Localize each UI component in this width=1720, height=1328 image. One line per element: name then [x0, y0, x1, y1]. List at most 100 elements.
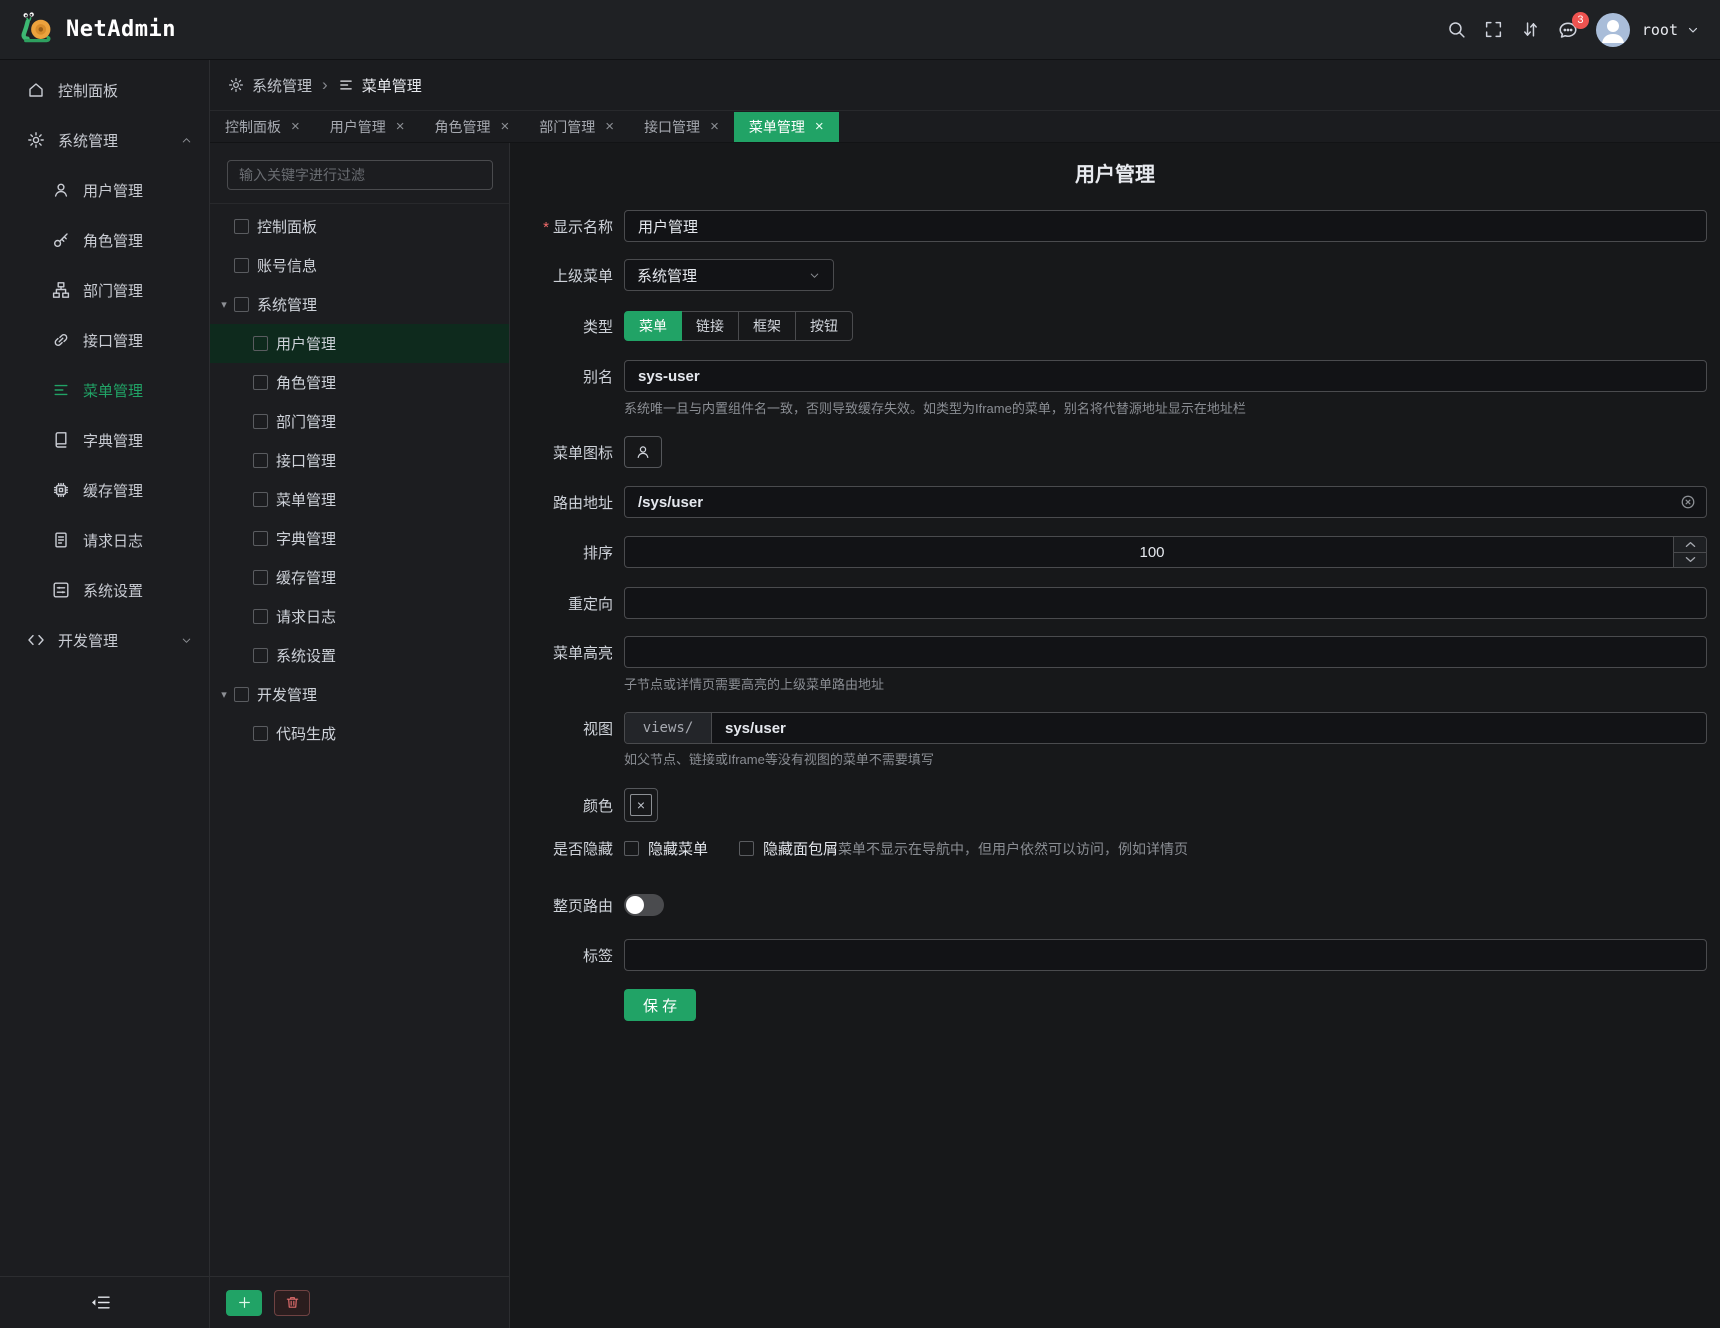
- tab-dashboard[interactable]: 控制面板×: [210, 112, 315, 142]
- checkbox[interactable]: [253, 375, 268, 390]
- tree-node-selected[interactable]: 用户管理: [210, 324, 509, 363]
- hide-breadcrumb-label[interactable]: 隐藏面包屑: [763, 838, 838, 859]
- sort-arrows-icon[interactable]: [1521, 20, 1540, 39]
- gear-icon: [228, 77, 244, 93]
- tree-node[interactable]: 系统设置: [210, 636, 509, 675]
- close-icon[interactable]: ×: [815, 119, 824, 134]
- sidebar-item-menus[interactable]: 菜单管理: [0, 365, 209, 415]
- notification-badge: 3: [1572, 12, 1589, 29]
- hide-breadcrumb-checkbox[interactable]: [739, 841, 754, 856]
- sidebar-item-apis[interactable]: 接口管理: [0, 315, 209, 365]
- checkbox[interactable]: [253, 531, 268, 546]
- tree-node[interactable]: 角色管理: [210, 363, 509, 402]
- tags-input[interactable]: [624, 939, 1707, 971]
- tree-node[interactable]: ▾开发管理: [210, 675, 509, 714]
- tree-filter-input[interactable]: [227, 160, 493, 190]
- add-menu-button[interactable]: [226, 1290, 262, 1316]
- caret-down-icon[interactable]: ▾: [216, 298, 232, 311]
- close-icon[interactable]: ×: [605, 119, 614, 134]
- highlight-input[interactable]: [624, 636, 1707, 668]
- tree-node[interactable]: 接口管理: [210, 441, 509, 480]
- type-option-menu[interactable]: 菜单: [624, 311, 682, 341]
- tree-node-label: 字典管理: [276, 528, 336, 549]
- close-icon[interactable]: ×: [291, 119, 300, 134]
- sidebar-item-request-logs[interactable]: 请求日志: [0, 515, 209, 565]
- redirect-input[interactable]: [624, 587, 1707, 619]
- checkbox[interactable]: [253, 648, 268, 663]
- checkbox[interactable]: [253, 414, 268, 429]
- tab-roles[interactable]: 角色管理×: [420, 112, 525, 142]
- tree-node[interactable]: 请求日志: [210, 597, 509, 636]
- sidebar-item-development[interactable]: 开发管理: [0, 615, 209, 665]
- increase-button[interactable]: [1674, 537, 1706, 553]
- delete-menu-button[interactable]: [274, 1290, 310, 1316]
- route-path-input[interactable]: [624, 486, 1707, 518]
- display-name-input[interactable]: [624, 210, 1707, 242]
- decrease-button[interactable]: [1674, 553, 1706, 568]
- tree-node[interactable]: 代码生成: [210, 714, 509, 753]
- tree-node[interactable]: 控制面板: [210, 207, 509, 246]
- checkbox[interactable]: [234, 297, 249, 312]
- caret-down-icon[interactable]: ▾: [216, 688, 232, 701]
- view-input[interactable]: [712, 713, 1706, 743]
- api-icon: [52, 331, 70, 349]
- checkbox[interactable]: [253, 336, 268, 351]
- tree-node[interactable]: 缓存管理: [210, 558, 509, 597]
- checkbox[interactable]: [234, 258, 249, 273]
- tab-users[interactable]: 用户管理×: [315, 112, 420, 142]
- checkbox[interactable]: [253, 726, 268, 741]
- hidden-note: 菜单不显示在导航中，但用户依然可以访问，例如详情页: [838, 839, 1188, 859]
- messages-icon[interactable]: 3: [1558, 20, 1578, 40]
- checkbox[interactable]: [253, 570, 268, 585]
- sidebar-item-roles[interactable]: 角色管理: [0, 215, 209, 265]
- tree-node[interactable]: 字典管理: [210, 519, 509, 558]
- close-icon[interactable]: ×: [710, 119, 719, 134]
- close-icon[interactable]: ×: [396, 119, 405, 134]
- type-option-button[interactable]: 按钮: [795, 311, 853, 341]
- full-route-toggle[interactable]: [624, 894, 664, 916]
- tab-apis[interactable]: 接口管理×: [629, 112, 734, 142]
- chevron-down-icon: [180, 634, 193, 647]
- chevron-down-icon[interactable]: [1686, 23, 1700, 37]
- sidebar-item-dashboard[interactable]: 控制面板: [0, 65, 209, 115]
- search-icon[interactable]: [1447, 20, 1466, 39]
- hide-menu-label[interactable]: 隐藏菜单: [648, 838, 708, 859]
- sidebar-item-cache[interactable]: 缓存管理: [0, 465, 209, 515]
- checkbox[interactable]: [234, 687, 249, 702]
- sidebar-item-system-settings[interactable]: 系统设置: [0, 565, 209, 615]
- sidebar-item-dictionaries[interactable]: 字典管理: [0, 415, 209, 465]
- checkbox[interactable]: [253, 453, 268, 468]
- type-option-iframe[interactable]: 框架: [738, 311, 796, 341]
- tree-node-label: 角色管理: [276, 372, 336, 393]
- snail-logo-icon: [20, 10, 54, 49]
- sidebar-item-users[interactable]: 用户管理: [0, 165, 209, 215]
- checkbox[interactable]: [253, 492, 268, 507]
- tree-node[interactable]: 部门管理: [210, 402, 509, 441]
- tab-menus[interactable]: 菜单管理×: [734, 112, 839, 142]
- sidebar-item-system[interactable]: 系统管理: [0, 115, 209, 165]
- tab-departments[interactable]: 部门管理×: [524, 112, 629, 142]
- sidebar-item-departments[interactable]: 部门管理: [0, 265, 209, 315]
- clear-icon[interactable]: [1680, 494, 1696, 510]
- breadcrumb-item-system[interactable]: 系统管理: [228, 75, 312, 96]
- save-button[interactable]: 保 存: [624, 989, 696, 1021]
- parent-menu-select[interactable]: 系统管理: [624, 259, 834, 291]
- tree-node[interactable]: 账号信息: [210, 246, 509, 285]
- hide-menu-checkbox[interactable]: [624, 841, 639, 856]
- avatar[interactable]: [1596, 13, 1630, 47]
- fullscreen-icon[interactable]: [1484, 20, 1503, 39]
- collapse-sidebar-icon[interactable]: [90, 1294, 112, 1311]
- sort-input[interactable]: [624, 536, 1707, 568]
- checkbox[interactable]: [234, 219, 249, 234]
- menu-icon-picker-button[interactable]: [624, 436, 662, 468]
- username[interactable]: root: [1642, 21, 1678, 39]
- alias-input[interactable]: [624, 360, 1707, 392]
- tree-node-label: 系统设置: [276, 645, 336, 666]
- tree-node[interactable]: ▾系统管理: [210, 285, 509, 324]
- app-header: NetAdmin 3 root: [0, 0, 1720, 60]
- type-option-link[interactable]: 链接: [681, 311, 739, 341]
- color-picker-button[interactable]: ×: [624, 788, 658, 822]
- close-icon[interactable]: ×: [501, 119, 510, 134]
- tree-node[interactable]: 菜单管理: [210, 480, 509, 519]
- checkbox[interactable]: [253, 609, 268, 624]
